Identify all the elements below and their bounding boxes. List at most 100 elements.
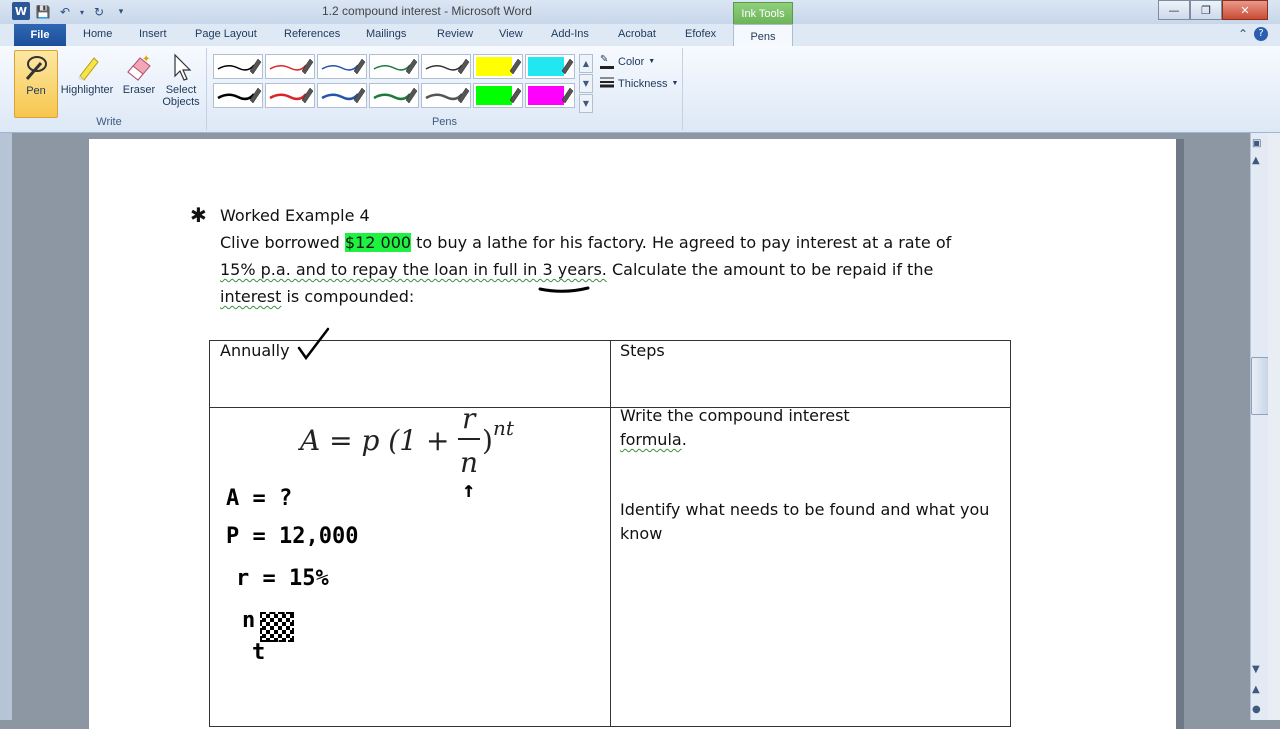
ink-selection-handle[interactable] <box>260 612 294 642</box>
pen-swatch[interactable] <box>369 83 419 108</box>
window-controls: — ❐ ✕ <box>1158 0 1268 20</box>
title-bar <box>0 0 1280 24</box>
fraction-bar <box>458 438 480 440</box>
tab-home[interactable]: Home <box>83 28 112 40</box>
para-line-2-underlined: 15% p.a. and to repay the loan in full i… <box>220 260 607 279</box>
pen-swatch[interactable] <box>213 83 263 108</box>
scrollbar-thumb[interactable] <box>1251 357 1269 415</box>
tab-acrobat[interactable]: Acrobat <box>618 28 656 40</box>
tab-view[interactable]: View <box>499 28 523 40</box>
worked-example-heading: Worked Example 4 <box>220 206 370 225</box>
scroll-down-icon[interactable]: ▼ <box>1252 660 1261 680</box>
minimize-button[interactable]: — <box>1158 0 1190 20</box>
prev-page-icon[interactable]: ▲ <box>1252 680 1261 700</box>
pen-swatch[interactable] <box>317 54 367 79</box>
pen-swatch[interactable] <box>421 83 471 108</box>
highlighted-amount: $12 000 <box>344 233 412 252</box>
scroll-up-icon[interactable]: ▲ <box>1252 155 1266 166</box>
left-edge <box>0 133 12 720</box>
gallery-up-icon[interactable]: ▲ <box>579 54 593 73</box>
pen-swatch-stroke-icon <box>217 87 262 104</box>
ink-tools-header: Ink Tools <box>733 2 793 25</box>
paragraph-line-2: 15% p.a. and to repay the loan in full i… <box>220 256 933 283</box>
tab-page-layout[interactable]: Page Layout <box>195 28 257 40</box>
pen-swatch[interactable] <box>525 54 575 79</box>
gallery-more-icon[interactable]: ▼ <box>579 94 593 113</box>
pen-swatch[interactable] <box>473 54 523 79</box>
pens-group-label: Pens <box>431 116 458 128</box>
ink-arrow-under-n: ↑ <box>462 478 476 503</box>
eraser-button[interactable]: ✦ Eraser <box>120 50 158 96</box>
table-cell-steps-header[interactable] <box>610 340 1011 408</box>
tab-insert[interactable]: Insert <box>139 28 167 40</box>
pen-swatch[interactable] <box>265 83 315 108</box>
pen-swatch[interactable] <box>525 83 575 108</box>
pen-swatch-stroke-icon <box>425 87 470 104</box>
pen-swatch-stroke-icon <box>269 58 314 75</box>
eraser-icon: ✦ <box>120 50 158 84</box>
ink-line-r: r = 15% <box>236 566 329 591</box>
thickness-button[interactable]: Thickness ▼ <box>600 76 678 91</box>
ink-line-p: P = 12,000 <box>226 524 359 549</box>
customize-qat-icon[interactable]: ▾ <box>112 3 130 21</box>
right-edge <box>1268 133 1280 720</box>
pen-swatch-stroke-icon <box>321 58 366 75</box>
formula-numerator: r <box>462 402 476 435</box>
step-2-line-2: know <box>620 524 663 543</box>
pen-swatch[interactable] <box>265 54 315 79</box>
undo-icon[interactable]: ↶ <box>56 3 74 21</box>
tab-references[interactable]: References <box>284 28 340 40</box>
pen-swatch[interactable] <box>369 54 419 79</box>
paragraph-line-3: interest is compounded: <box>220 283 414 310</box>
tab-mailings[interactable]: Mailings <box>366 28 406 40</box>
pen-swatch[interactable] <box>421 54 471 79</box>
browse-object-icon[interactable]: ● <box>1252 700 1261 720</box>
table-cell-steps[interactable] <box>610 407 1011 727</box>
formula-denominator: n <box>460 446 479 479</box>
word-app-icon[interactable]: W <box>12 2 30 20</box>
thickness-icon <box>600 76 614 91</box>
pen-swatch-stroke-icon <box>217 58 262 75</box>
color-button[interactable]: ✎ Color ▼ <box>600 54 655 69</box>
ink-star-mark: ✱ <box>190 203 207 227</box>
undo-dropdown-icon[interactable]: ▾ <box>78 3 86 21</box>
tab-file[interactable]: File <box>14 24 66 46</box>
select-objects-label-1: Select <box>165 84 197 96</box>
pen-gallery-scroll: ▲ ▼ ▼ <box>579 54 593 113</box>
step-1-text: Write the compound interest formula. <box>620 404 850 452</box>
ink-underline-mark <box>538 286 590 293</box>
pen-button[interactable]: Pen <box>14 50 58 118</box>
para-interest-word: interest <box>220 287 282 306</box>
pen-swatch-stroke-icon <box>373 58 418 75</box>
thickness-label: Thickness <box>618 77 668 90</box>
eraser-label: Eraser <box>122 84 156 96</box>
tab-add-ins[interactable]: Add-Ins <box>551 28 589 40</box>
scrollbar-top-icons: ▣ ▲ <box>1252 138 1266 166</box>
pen-swatch-stroke-icon <box>476 57 522 76</box>
pen-swatch[interactable] <box>473 83 523 108</box>
select-objects-button[interactable]: Select Objects <box>160 50 202 108</box>
pen-swatch[interactable] <box>317 83 367 108</box>
pen-swatch-stroke-icon <box>528 86 574 105</box>
para-text-2: to buy a lathe for his factory. He agree… <box>411 233 952 252</box>
tab-efofex[interactable]: Efofex <box>685 28 716 40</box>
redo-icon[interactable]: ↻ <box>90 3 108 21</box>
highlighter-button[interactable]: Highlighter <box>58 50 116 96</box>
maximize-button[interactable]: ❐ <box>1190 0 1222 20</box>
pen-label: Pen <box>26 85 46 97</box>
para-text-1: Clive borrowed <box>220 233 345 252</box>
ribbon-right-icons: ⌃ ? <box>1238 27 1268 41</box>
formula-exponent: nt <box>493 416 514 440</box>
close-button[interactable]: ✕ <box>1222 0 1268 20</box>
help-icon[interactable]: ? <box>1254 27 1268 41</box>
save-icon[interactable]: 💾 <box>34 3 52 21</box>
gallery-down-icon[interactable]: ▼ <box>579 74 593 93</box>
pen-swatch[interactable] <box>213 54 263 79</box>
highlighter-icon <box>58 50 116 84</box>
paragraph-line-1: Clive borrowed $12 000 to buy a lathe fo… <box>220 229 951 256</box>
ink-line-t: t <box>252 640 266 665</box>
tab-review[interactable]: Review <box>437 28 473 40</box>
ruler-toggle-icon[interactable]: ▣ <box>1252 138 1266 149</box>
vertical-scrollbar[interactable] <box>1250 133 1269 720</box>
minimize-ribbon-icon[interactable]: ⌃ <box>1238 27 1248 41</box>
